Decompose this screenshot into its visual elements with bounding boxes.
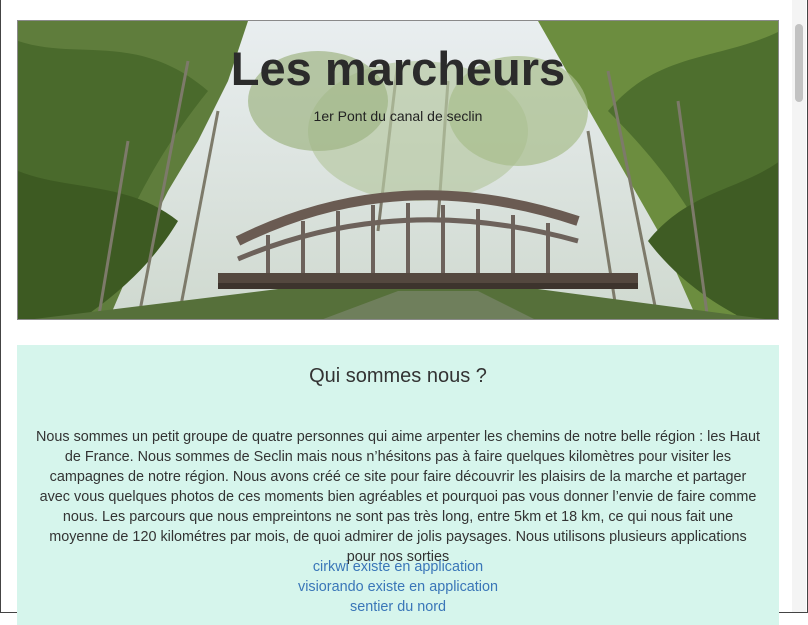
app-links-list: cirkwi existe en application visiorando … bbox=[17, 557, 779, 617]
site-title: Les marcheurs bbox=[230, 42, 566, 95]
vertical-scrollbar[interactable] bbox=[792, 0, 806, 612]
scrollbar-thumb[interactable] bbox=[795, 24, 803, 102]
about-heading: Qui sommes nous ? bbox=[309, 365, 487, 387]
link-sentier-du-nord[interactable]: sentier du nord bbox=[17, 597, 779, 617]
link-visiorando[interactable]: visiorando existe en application bbox=[17, 577, 779, 597]
about-section: Qui sommes nous ? Nous sommes un petit g… bbox=[17, 345, 779, 625]
header-banner: Les marcheurs 1er Pont du canal de secli… bbox=[17, 20, 779, 320]
link-cirkwi[interactable]: cirkwi existe en application bbox=[17, 557, 779, 577]
about-paragraph: Nous sommes un petit groupe de quatre pe… bbox=[36, 429, 760, 565]
site-subtitle: 1er Pont du canal de seclin bbox=[313, 108, 483, 124]
